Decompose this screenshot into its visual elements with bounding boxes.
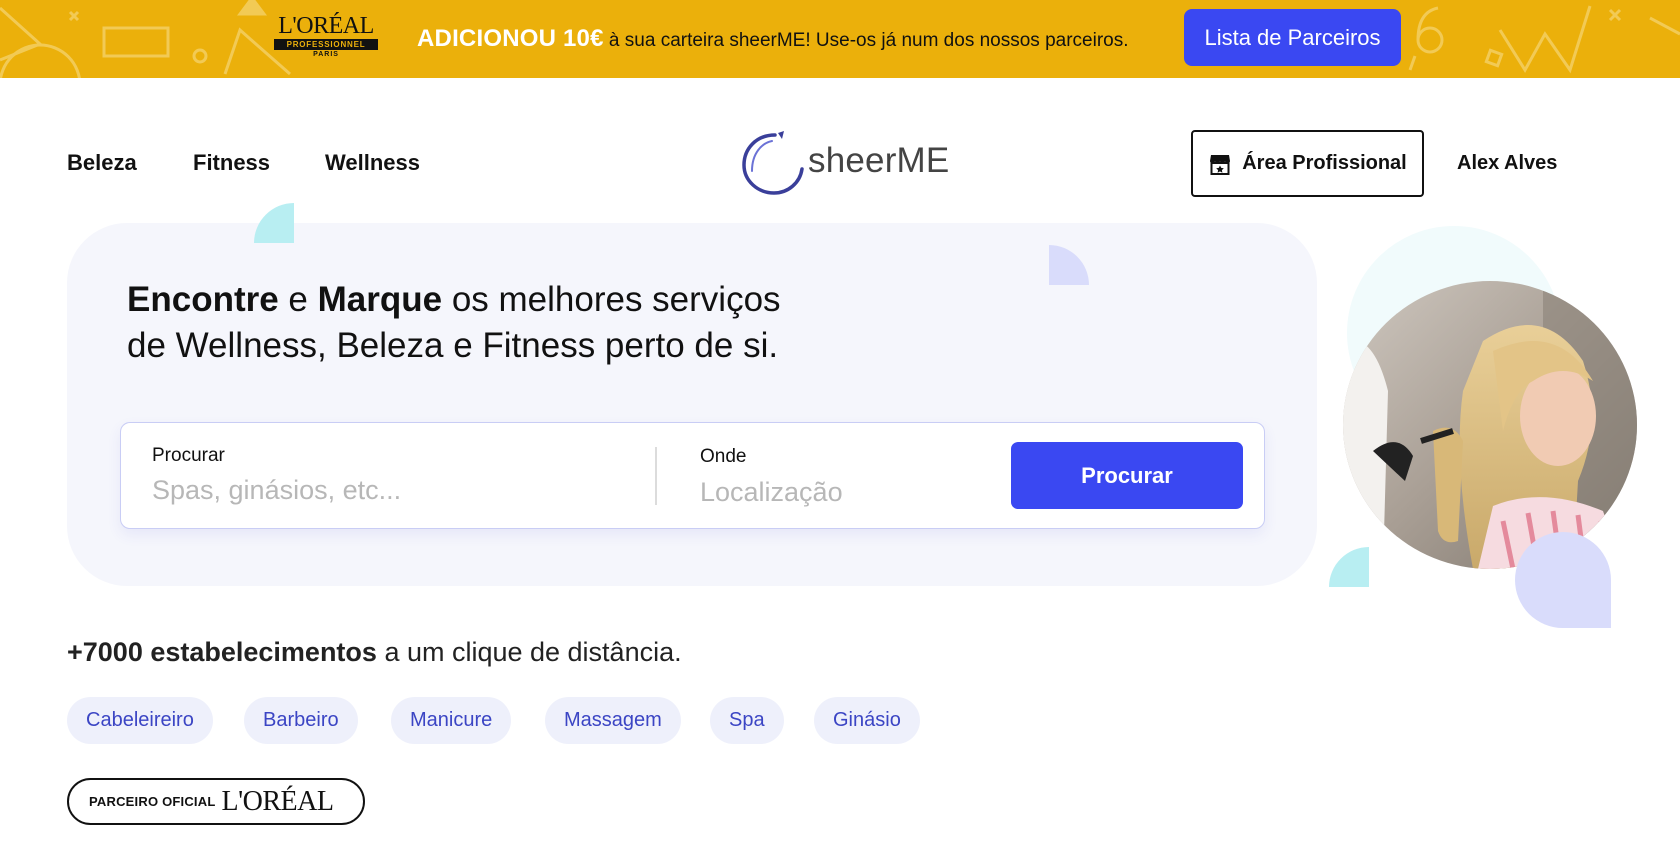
nav-beleza[interactable]: Beleza (67, 150, 137, 176)
promo-banner: L'ORÉAL PROFESSIONNEL PARIS ADICIONOU 10… (0, 0, 1680, 78)
category-chip-spa[interactable]: Spa (710, 697, 784, 744)
category-chip-massagem[interactable]: Massagem (545, 697, 681, 744)
search-form: Procurar Onde Procurar (120, 422, 1265, 529)
salon-photo-illustration (1343, 281, 1637, 569)
establishments-rest: a um clique de distância. (376, 637, 682, 667)
search-where-label: Onde (700, 446, 747, 467)
category-chip-manicure[interactable]: Manicure (391, 697, 512, 744)
promo-headline: ADICIONOU 10€ (417, 25, 604, 52)
headline-line-2: de Wellness, Beleza e Fitness perto de s… (127, 326, 779, 365)
search-button[interactable]: Procurar (1011, 442, 1243, 509)
category-chip-cabeleireiro[interactable]: Cabeleireiro (67, 697, 213, 744)
search-divider (655, 447, 657, 505)
professional-area-button[interactable]: Área Profissional (1191, 130, 1424, 197)
official-partner-badge: PARCEIRO OFICIAL L'ORÉAL (67, 778, 365, 825)
loreal-city: PARIS (313, 51, 339, 58)
loreal-wordmark: L'ORÉAL (278, 13, 374, 39)
nav-fitness[interactable]: Fitness (193, 150, 270, 176)
search-what-input[interactable] (152, 471, 622, 509)
headline-and: e (278, 280, 318, 319)
headline-rest: os melhores serviços (442, 280, 781, 319)
storefront-icon (1210, 154, 1231, 175)
sheerme-logo-mark[interactable] (742, 131, 812, 195)
cyan-quarter-circle-decoration (254, 203, 294, 243)
hero-headline: Encontre e Marque os melhores serviços d… (127, 277, 847, 369)
category-chip-ginasio[interactable]: Ginásio (814, 697, 920, 744)
partner-label: PARCEIRO OFICIAL (89, 794, 216, 809)
category-chip-barbeiro[interactable]: Barbeiro (244, 697, 358, 744)
lavender-teardrop-decoration (1515, 532, 1611, 628)
user-menu[interactable]: Alex Alves (1457, 152, 1557, 175)
headline-strong-book: Marque (317, 280, 443, 319)
professional-area-label: Área Profissional (1242, 152, 1407, 174)
cyan-small-quarter-decoration (1329, 547, 1369, 587)
establishments-strong: +7000 estabelecimentos (67, 637, 377, 667)
loreal-professionnel-logo: L'ORÉAL PROFESSIONNEL PARIS (274, 14, 378, 58)
loreal-band: PROFESSIONNEL (274, 39, 378, 50)
salon-woman-hair-photo (1343, 281, 1637, 569)
loreal-partner-logo: L'ORÉAL (221, 785, 334, 817)
nav-wellness[interactable]: Wellness (325, 150, 420, 176)
partners-list-button[interactable]: Lista de Parceiros (1184, 9, 1401, 66)
search-what-label: Procurar (152, 445, 225, 466)
promo-body: à sua carteira sheerME! Use-os já num do… (603, 30, 1129, 51)
promo-message: ADICIONOU 10€ à sua carteira sheerME! Us… (417, 24, 1129, 54)
sheerme-logo-text[interactable]: sheerME (808, 141, 949, 181)
search-where-input[interactable] (700, 473, 990, 511)
lavender-quarter-circle-decoration (1049, 245, 1089, 285)
headline-strong-find: Encontre (127, 280, 279, 319)
establishments-count: +7000 estabelecimentos a um clique de di… (67, 637, 682, 668)
